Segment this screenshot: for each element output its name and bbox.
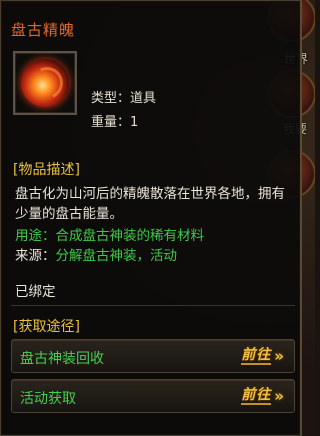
bound-status: 已绑定 [15,284,56,300]
item-tooltip: 盘古精魄 类型：道具 重量：1 [物品描述] 盘古化为山河后的精魄散落在世界各地… [0,0,302,436]
go-label: 前往 [241,347,272,365]
route-label: 盘古神装回收 [20,351,104,367]
description-header: [物品描述] [13,162,80,178]
item-weight: 重量：1 [91,115,139,130]
route-label: 活动获取 [20,391,76,407]
item-usage: 用途：合成盘古神装的稀有材料 [15,228,204,244]
route-activity[interactable]: 活动获取 前往 » [11,379,295,413]
double-chevron-right-icon: » [274,387,284,405]
item-slot [13,51,77,115]
fire-orb-icon [21,59,69,107]
item-description: 盘古化为山河后的精魄散落在世界各地，拥有少量的盘古能量。 [15,186,285,222]
routes-header: [获取途径] [13,319,80,335]
divider [11,305,295,306]
go-button[interactable]: 前往 » [241,385,284,407]
go-label: 前往 [241,387,272,405]
source-label: 来源： [15,248,56,264]
route-pangu-recycle[interactable]: 盘古神装回收 前往 » [11,339,295,373]
item-source: 来源：分解盘古神装，活动 [15,244,177,264]
double-chevron-right-icon: » [274,347,284,365]
item-type: 类型：道具 [91,91,157,106]
item-title: 盘古精魄 [11,21,76,39]
source-value: 分解盘古神装，活动 [55,248,178,264]
go-button[interactable]: 前往 » [241,345,284,367]
